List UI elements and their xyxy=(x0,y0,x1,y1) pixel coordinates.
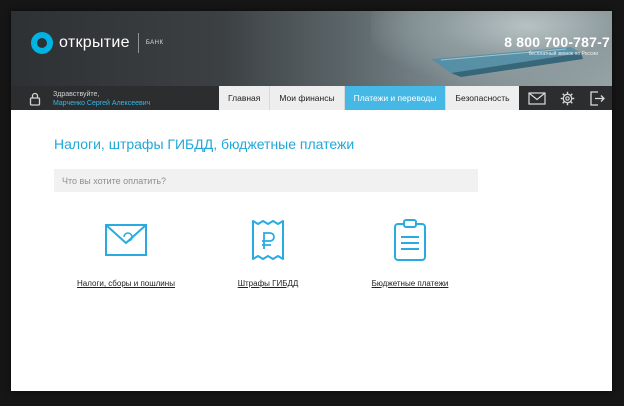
clipboard-icon xyxy=(394,219,426,261)
page-title: Налоги, штрафы ГИБДД, бюджетные платежи xyxy=(54,136,355,152)
user-block: Здравствуйте, Марченко Сергей Алексеевич xyxy=(29,89,150,109)
phone-number: 8 800 700-787-7 xyxy=(504,34,610,50)
otkritie-logo-icon xyxy=(31,32,53,54)
lock-icon xyxy=(29,92,41,106)
brand-name: открытие xyxy=(59,34,130,51)
category-label[interactable]: Бюджетные платежи xyxy=(372,279,449,288)
receipt-ruble-icon xyxy=(252,220,284,260)
header-banner: открытие БАНК 8 800 700-787-7 бесплатный… xyxy=(11,11,612,86)
search-input[interactable] xyxy=(54,169,478,192)
logo-divider xyxy=(137,33,139,53)
greeting: Здравствуйте, xyxy=(53,91,100,98)
main-content: Налоги, штрафы ГИБДД, бюджетные платежи … xyxy=(11,110,612,391)
tab-my-finances[interactable]: Мои финансы xyxy=(269,86,344,110)
nav-icons xyxy=(522,86,612,110)
category-label[interactable]: Штрафы ГИБДД xyxy=(238,279,299,288)
main-tabs: Главная Мои финансы Платежи и переводы Б… xyxy=(219,86,519,110)
envelope-icon xyxy=(105,224,147,256)
bank-logo[interactable]: открытие БАНК xyxy=(31,31,163,55)
gear-icon[interactable] xyxy=(552,86,582,110)
category-traffic-fines[interactable]: Штрафы ГИБДД xyxy=(198,215,338,291)
browser-frame: открытие БАНК 8 800 700-787-7 бесплатный… xyxy=(11,11,612,391)
category-budget-payments[interactable]: Бюджетные платежи xyxy=(340,215,480,291)
contact-block: 8 800 700-787-7 бесплатный звонок по Рос… xyxy=(504,34,610,57)
category-label[interactable]: Налоги, сборы и пошлины xyxy=(77,279,175,288)
tab-security[interactable]: Безопасность xyxy=(445,86,519,110)
nav-bar: Здравствуйте, Марченко Сергей Алексеевич… xyxy=(11,86,612,110)
brand-sub: БАНК xyxy=(145,40,164,46)
tab-payments-transfers[interactable]: Платежи и переводы xyxy=(343,86,446,110)
category-taxes[interactable]: Налоги, сборы и пошлины xyxy=(56,215,196,291)
mail-icon[interactable] xyxy=(522,86,552,110)
tab-home[interactable]: Главная xyxy=(219,86,270,110)
user-text: Здравствуйте, Марченко Сергей Алексеевич xyxy=(53,90,150,108)
phone-note: бесплатный звонок по России xyxy=(528,51,598,57)
logout-icon[interactable] xyxy=(582,86,612,110)
user-name[interactable]: Марченко Сергей Алексеевич xyxy=(53,99,150,108)
